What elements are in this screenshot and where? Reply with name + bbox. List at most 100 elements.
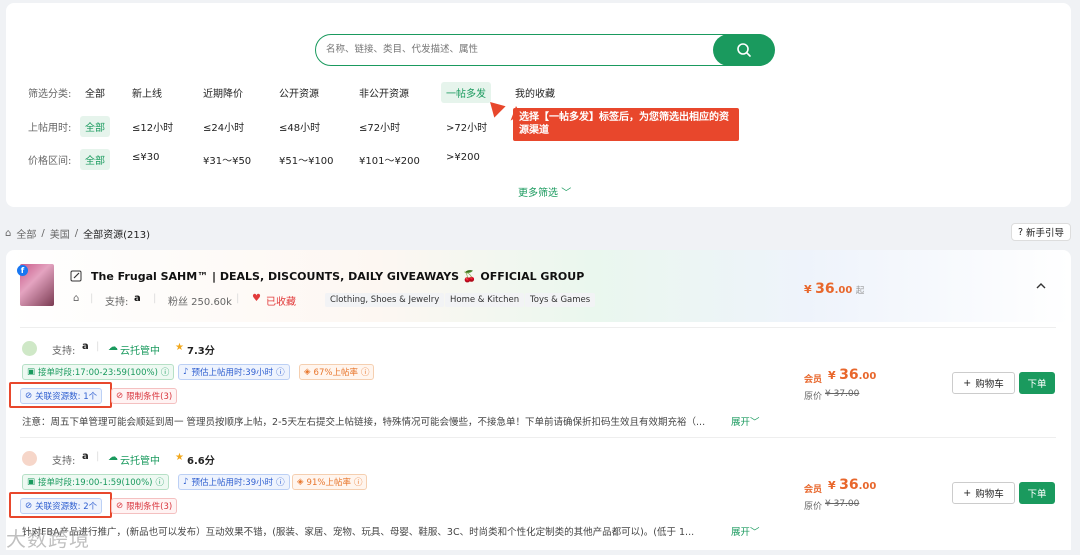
order-time-badge: ▣ 接单时段:17:00-23:59(100%) ⓘ <box>22 364 175 380</box>
add-to-cart-button[interactable]: + 购物车 <box>952 482 1015 504</box>
price-51-100[interactable]: ¥51～¥100 <box>274 149 339 170</box>
expand-label: 展开 <box>731 527 751 538</box>
time-over-72h[interactable]: >72小时 <box>441 116 492 137</box>
amazon-icon: a <box>82 341 89 352</box>
avatar <box>22 341 37 356</box>
info-icon: ⓘ <box>155 478 164 488</box>
group-support-label: 支持: <box>105 297 129 308</box>
divider: | <box>153 293 157 304</box>
expand-link[interactable]: 展开﹀ <box>731 414 760 428</box>
home-icon: ⌂ <box>5 228 12 239</box>
category-multi-post[interactable]: 一帖多发 <box>441 82 491 103</box>
block-icon: ⊘ <box>116 501 124 511</box>
cart-label: 购物车 <box>975 379 1004 390</box>
restrictions-text: 限制条件(3) <box>126 502 173 512</box>
group-type-icon: ⌂ <box>73 293 80 304</box>
member-price: ¥ 36.00 <box>828 477 876 493</box>
rating: 7.3分 <box>187 346 215 357</box>
currency-symbol: ¥ <box>828 369 836 382</box>
favorited-label[interactable]: 已收藏 <box>266 293 296 308</box>
resource-group-card: f The Frugal SAHM™ | DEALS, DISCOUNTS, D… <box>6 250 1071 550</box>
price-suffix: 起 <box>855 286 865 296</box>
block-icon: ⊘ <box>116 391 124 401</box>
group-followers: 粉丝 250.60k <box>168 297 232 308</box>
info-icon: ⓘ <box>276 478 285 488</box>
filter-panel: 筛选分类: 全部 新上线 近期降价 公开资源 非公开资源 一帖多发 我的收藏 上… <box>6 3 1071 207</box>
category-price-drop[interactable]: 近期降价 <box>198 82 248 103</box>
star-icon: ★ <box>175 342 184 353</box>
price-all[interactable]: 全部 <box>80 149 110 170</box>
expand-link[interactable]: 展开﹀ <box>731 524 760 538</box>
calendar-icon: ▣ <box>27 477 36 487</box>
restrictions-badge[interactable]: ⊘ 限制条件(3) <box>111 498 178 514</box>
add-to-cart-button[interactable]: + 购物车 <box>952 372 1015 394</box>
price-integer: 36 <box>815 281 835 297</box>
linked-resources-badge[interactable]: ⊘ 关联资源数: 1个 <box>20 388 103 404</box>
member-price: ¥ 36.00 <box>828 367 876 383</box>
post-time-badge: ♪ 预估上帖用时:39小时 ⓘ <box>178 474 290 490</box>
price-filter-label: 价格区间: <box>28 156 72 167</box>
price-integer: 36 <box>839 477 859 493</box>
info-icon: ⓘ <box>276 368 285 378</box>
cloud-icon: ☁ <box>108 342 118 353</box>
category-tag: Clothing, Shoes & Jewelry <box>325 293 445 307</box>
post-rate-text: 91%上帖率 <box>306 478 351 488</box>
price-integer: 36 <box>839 367 859 383</box>
restrictions-text: 限制条件(3) <box>126 392 173 402</box>
breadcrumb-current: 全部资源(213) <box>83 230 150 241</box>
price-101-200[interactable]: ¥101～¥200 <box>354 149 425 170</box>
category-tag: Home & Kitchen <box>445 293 525 307</box>
time-12h[interactable]: ≤12小时 <box>127 116 178 137</box>
category-private[interactable]: 非公开资源 <box>354 82 414 103</box>
post-time-badge: ♪ 预估上帖用时:39小时 ⓘ <box>178 364 290 380</box>
beginner-guide-button[interactable]: ? 新手引导 <box>1011 223 1071 241</box>
shield-icon: ◈ <box>304 367 311 377</box>
plus-icon: + <box>963 487 972 499</box>
group-title[interactable]: The Frugal SAHM™ | DEALS, DISCOUNTS, DAI… <box>91 270 584 283</box>
category-all[interactable]: 全部 <box>80 82 110 103</box>
info-icon: ⓘ <box>360 368 370 378</box>
bell-icon: ♪ <box>183 477 189 487</box>
chevron-up-icon[interactable] <box>1036 282 1046 290</box>
price-under-30[interactable]: ≤¥30 <box>127 149 164 166</box>
category-new[interactable]: 新上线 <box>127 82 167 103</box>
more-filters-button[interactable]: 更多筛选 ﹀ <box>518 184 571 199</box>
linked-resources-badge[interactable]: ⊘ 关联资源数: 2个 <box>20 498 103 514</box>
divider: | <box>236 293 240 304</box>
linked-resources-text: 关联资源数: 2个 <box>35 502 98 512</box>
price-31-50[interactable]: ¥31～¥50 <box>198 149 256 170</box>
order-button[interactable]: 下单 <box>1019 482 1055 504</box>
restrictions-badge[interactable]: ⊘ 限制条件(3) <box>111 388 178 404</box>
heart-icon[interactable]: ♥ <box>252 293 261 304</box>
category-public[interactable]: 公开资源 <box>274 82 324 103</box>
watermark: 大数跨境 <box>6 527 90 551</box>
edit-icon[interactable] <box>70 270 82 282</box>
cloud-icon: ☁ <box>108 452 118 463</box>
time-24h[interactable]: ≤24小时 <box>198 116 249 137</box>
info-icon: ⓘ <box>160 368 170 378</box>
original-price: ¥ 37.00 <box>825 499 860 509</box>
link-icon: ⊘ <box>25 391 33 401</box>
facebook-icon: f <box>17 265 28 276</box>
price-over-200[interactable]: >¥200 <box>441 149 485 166</box>
calendar-icon: ▣ <box>27 367 36 377</box>
search-input[interactable] <box>326 35 706 64</box>
time-48h[interactable]: ≤48小时 <box>274 116 325 137</box>
breadcrumb-country[interactable]: 美国 <box>50 226 70 241</box>
order-button[interactable]: 下单 <box>1019 372 1055 394</box>
post-rate-badge: ◈ 91%上帖率 ⓘ <box>292 474 368 490</box>
category-favorites[interactable]: 我的收藏 <box>510 82 560 103</box>
time-72h[interactable]: ≤72小时 <box>354 116 405 137</box>
search-button[interactable] <box>712 33 775 66</box>
member-price-label: 会员 <box>804 485 823 495</box>
row-divider <box>20 327 1056 328</box>
linked-resources-text: 关联资源数: 1个 <box>35 392 98 402</box>
breadcrumb-root[interactable]: 全部 <box>16 226 36 241</box>
avatar <box>22 451 37 466</box>
amazon-icon: a <box>82 451 89 462</box>
expand-label: 展开 <box>731 417 751 428</box>
breadcrumb-separator: / <box>74 228 79 239</box>
time-all[interactable]: 全部 <box>80 116 110 137</box>
chevron-down-icon: ﹀ <box>750 527 760 538</box>
original-price-label: 原价 <box>804 392 823 402</box>
